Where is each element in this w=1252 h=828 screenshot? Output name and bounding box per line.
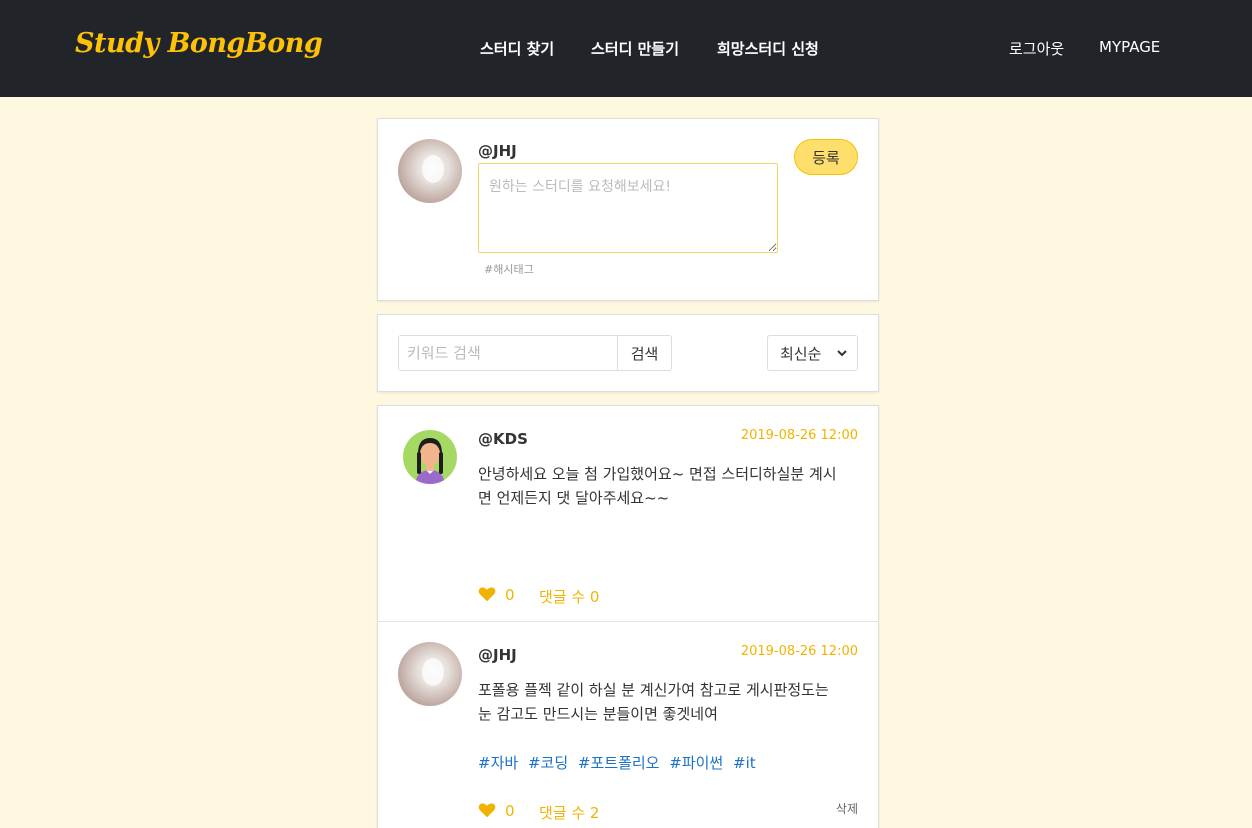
- sort-select[interactable]: 최신순: [767, 335, 858, 371]
- feed-card: @KDS 2019-08-26 12:00 안녕하세요 오늘 첨 가입했어요~ …: [377, 405, 879, 828]
- girl-avatar-icon: [415, 438, 445, 484]
- search-input[interactable]: [398, 335, 618, 371]
- heart-icon[interactable]: [478, 586, 496, 602]
- like-count: 0: [505, 802, 515, 820]
- hashtag-list: #자바 #코딩 #포트폴리오 #파이썬 #it: [478, 752, 761, 773]
- post-body: 안녕하세요 오늘 첨 가입했어요~ 면접 스터디하실분 계시 면 언제든지 댓 …: [478, 462, 863, 510]
- nav-find-study[interactable]: 스터디 찾기: [480, 38, 554, 59]
- post-date: 2019-08-26 12:00: [740, 428, 858, 443]
- register-button[interactable]: 등록: [794, 139, 858, 175]
- site-logo[interactable]: Study BongBong: [75, 28, 323, 59]
- hashtag-hint: #해시태그: [484, 263, 534, 276]
- avatar: [398, 139, 462, 203]
- like-count: 0: [505, 586, 515, 604]
- hashtag-link[interactable]: #코딩: [528, 754, 568, 772]
- navbar: Study BongBong 스터디 찾기 스터디 만들기 희망스터디 신청 로…: [0, 0, 1252, 97]
- delete-post-link[interactable]: 삭제: [836, 800, 858, 817]
- post-text-line: 면 언제든지 댓 달아주세요~~: [478, 489, 670, 507]
- avatar: [398, 642, 462, 706]
- logout-link[interactable]: 로그아웃: [1009, 38, 1064, 59]
- avatar: [403, 430, 457, 484]
- nav-request-study[interactable]: 희망스터디 신청: [717, 38, 819, 59]
- hashtag-link[interactable]: #it: [733, 754, 756, 772]
- post-text-line: 눈 감고도 만드시는 분들이면 좋겟네여: [478, 705, 718, 723]
- post-text-line: 포폴용 플젝 같이 하실 분 계신가여 참고로 게시판정도는: [478, 681, 829, 699]
- hashtag-link[interactable]: #파이썬: [669, 754, 723, 772]
- comment-count-link[interactable]: 댓글 수 2: [539, 802, 599, 823]
- compose-username: @JHJ: [478, 142, 517, 160]
- mypage-link[interactable]: MYPAGE: [1099, 38, 1160, 56]
- heart-icon[interactable]: [478, 802, 496, 818]
- search-card: 검색 최신순: [377, 314, 879, 392]
- hashtag-link[interactable]: #포트폴리오: [578, 754, 660, 772]
- post-body: 포폴용 플젝 같이 하실 분 계신가여 참고로 게시판정도는 눈 감고도 만드시…: [478, 678, 863, 726]
- post-text-line: 안녕하세요 오늘 첨 가입했어요~ 면접 스터디하실분 계시: [478, 465, 837, 483]
- hashtag-link[interactable]: #자바: [478, 754, 518, 772]
- sort-selected-label: 최신순: [780, 344, 822, 363]
- post-username: @KDS: [478, 430, 528, 448]
- post-divider: [378, 621, 878, 622]
- post-date: 2019-08-26 12:00: [740, 644, 858, 659]
- compose-card: @JHJ #해시태그 등록: [377, 118, 879, 301]
- compose-textarea[interactable]: [478, 163, 778, 253]
- chevron-down-icon: [837, 350, 847, 357]
- nav-create-study[interactable]: 스터디 만들기: [591, 38, 679, 59]
- search-button[interactable]: 검색: [617, 335, 672, 371]
- post-username: @JHJ: [478, 646, 517, 664]
- comment-count-link[interactable]: 댓글 수 0: [539, 586, 599, 607]
